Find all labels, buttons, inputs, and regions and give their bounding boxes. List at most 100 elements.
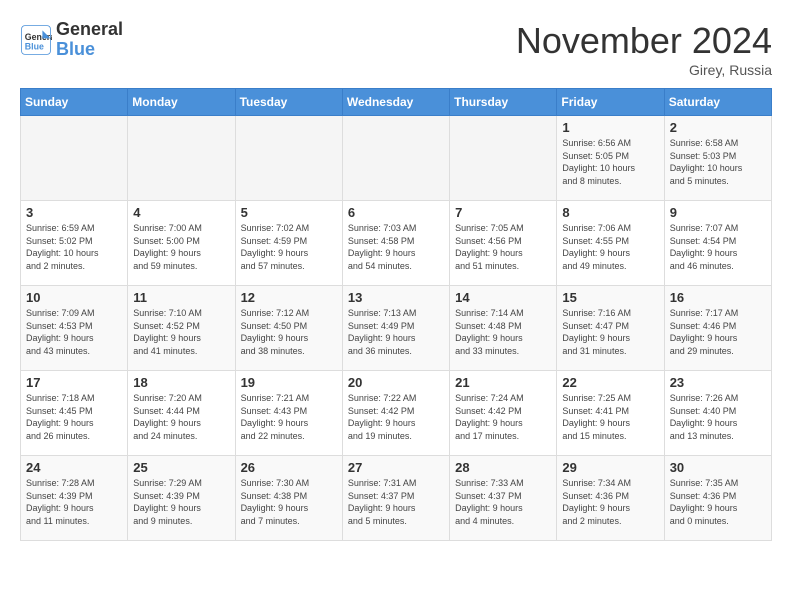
day-number: 22	[562, 375, 658, 390]
day-number: 20	[348, 375, 444, 390]
day-info: Sunrise: 7:09 AM Sunset: 4:53 PM Dayligh…	[26, 307, 122, 357]
day-info: Sunrise: 7:13 AM Sunset: 4:49 PM Dayligh…	[348, 307, 444, 357]
day-number: 26	[241, 460, 337, 475]
day-info: Sunrise: 7:06 AM Sunset: 4:55 PM Dayligh…	[562, 222, 658, 272]
day-info: Sunrise: 7:30 AM Sunset: 4:38 PM Dayligh…	[241, 477, 337, 527]
calendar-cell: 30 Sunrise: 7:35 AM Sunset: 4:36 PM Dayli…	[664, 456, 771, 541]
day-number: 15	[562, 290, 658, 305]
day-number: 10	[26, 290, 122, 305]
weekday-header-sunday: Sunday	[21, 89, 128, 116]
day-number: 29	[562, 460, 658, 475]
calendar-cell	[128, 116, 235, 201]
day-info: Sunrise: 7:17 AM Sunset: 4:46 PM Dayligh…	[670, 307, 766, 357]
calendar-cell: 24Sunrise: 7:28 AM Sunset: 4:39 PM Dayli…	[21, 456, 128, 541]
day-info: Sunrise: 7:20 AM Sunset: 4:44 PM Dayligh…	[133, 392, 229, 442]
calendar-cell: 29 Sunrise: 7:34 AM Sunset: 4:36 PM Dayli…	[557, 456, 664, 541]
weekday-header-row: SundayMondayTuesdayWednesdayThursdayFrid…	[21, 89, 772, 116]
day-number: 6	[348, 205, 444, 220]
day-info: Sunrise: 7:02 AM Sunset: 4:59 PM Dayligh…	[241, 222, 337, 272]
day-number: 12	[241, 290, 337, 305]
page-header: General Blue General Blue November 2024 …	[20, 20, 772, 78]
day-info: Sunrise: 7:26 AM Sunset: 4:40 PM Dayligh…	[670, 392, 766, 442]
location: Girey, Russia	[516, 62, 772, 78]
svg-text:Blue: Blue	[25, 41, 44, 51]
week-row-5: 24Sunrise: 7:28 AM Sunset: 4:39 PM Dayli…	[21, 456, 772, 541]
calendar-cell: 25 Sunrise: 7:29 AM Sunset: 4:39 PM Dayli…	[128, 456, 235, 541]
day-number: 9	[670, 205, 766, 220]
day-number: 28	[455, 460, 551, 475]
calendar-cell: 7Sunrise: 7:05 AM Sunset: 4:56 PM Daylig…	[450, 201, 557, 286]
calendar-cell: 15 Sunrise: 7:16 AM Sunset: 4:47 PM Dayli…	[557, 286, 664, 371]
weekday-header-saturday: Saturday	[664, 89, 771, 116]
calendar-cell: 8 Sunrise: 7:06 AM Sunset: 4:55 PM Daylig…	[557, 201, 664, 286]
day-number: 4	[133, 205, 229, 220]
day-number: 3	[26, 205, 122, 220]
calendar-cell: 21 Sunrise: 7:24 AM Sunset: 4:42 PM Dayli…	[450, 371, 557, 456]
day-number: 27	[348, 460, 444, 475]
day-info: Sunrise: 7:07 AM Sunset: 4:54 PM Dayligh…	[670, 222, 766, 272]
calendar-cell: 11 Sunrise: 7:10 AM Sunset: 4:52 PM Dayli…	[128, 286, 235, 371]
day-number: 5	[241, 205, 337, 220]
calendar-cell: 1 Sunrise: 6:56 AM Sunset: 5:05 PM Daylig…	[557, 116, 664, 201]
day-number: 8	[562, 205, 658, 220]
day-info: Sunrise: 7:35 AM Sunset: 4:36 PM Dayligh…	[670, 477, 766, 527]
calendar-cell: 22 Sunrise: 7:25 AM Sunset: 4:41 PM Dayli…	[557, 371, 664, 456]
day-number: 21	[455, 375, 551, 390]
weekday-header-thursday: Thursday	[450, 89, 557, 116]
calendar-cell: 10 Sunrise: 7:09 AM Sunset: 4:53 PM Dayli…	[21, 286, 128, 371]
day-info: Sunrise: 6:58 AM Sunset: 5:03 PM Dayligh…	[670, 137, 766, 187]
calendar-cell: 17 Sunrise: 7:18 AM Sunset: 4:45 PM Dayli…	[21, 371, 128, 456]
day-number: 11	[133, 290, 229, 305]
weekday-header-wednesday: Wednesday	[342, 89, 449, 116]
day-info: Sunrise: 7:24 AM Sunset: 4:42 PM Dayligh…	[455, 392, 551, 442]
day-number: 18	[133, 375, 229, 390]
calendar-cell: 16 Sunrise: 7:17 AM Sunset: 4:46 PM Dayli…	[664, 286, 771, 371]
calendar-cell	[450, 116, 557, 201]
weekday-header-monday: Monday	[128, 89, 235, 116]
day-info: Sunrise: 7:29 AM Sunset: 4:39 PM Dayligh…	[133, 477, 229, 527]
day-number: 2	[670, 120, 766, 135]
day-info: Sunrise: 7:25 AM Sunset: 4:41 PM Dayligh…	[562, 392, 658, 442]
week-row-1: 1 Sunrise: 6:56 AM Sunset: 5:05 PM Daylig…	[21, 116, 772, 201]
day-number: 25	[133, 460, 229, 475]
calendar-cell: 18 Sunrise: 7:20 AM Sunset: 4:44 PM Dayli…	[128, 371, 235, 456]
calendar-cell: 27Sunrise: 7:31 AM Sunset: 4:37 PM Dayli…	[342, 456, 449, 541]
week-row-3: 10 Sunrise: 7:09 AM Sunset: 4:53 PM Dayli…	[21, 286, 772, 371]
week-row-4: 17 Sunrise: 7:18 AM Sunset: 4:45 PM Dayli…	[21, 371, 772, 456]
calendar-cell: 20 Sunrise: 7:22 AM Sunset: 4:42 PM Dayli…	[342, 371, 449, 456]
day-number: 17	[26, 375, 122, 390]
day-info: Sunrise: 6:56 AM Sunset: 5:05 PM Dayligh…	[562, 137, 658, 187]
day-info: Sunrise: 7:18 AM Sunset: 4:45 PM Dayligh…	[26, 392, 122, 442]
day-info: Sunrise: 7:34 AM Sunset: 4:36 PM Dayligh…	[562, 477, 658, 527]
day-number: 16	[670, 290, 766, 305]
day-info: Sunrise: 7:03 AM Sunset: 4:58 PM Dayligh…	[348, 222, 444, 272]
day-info: Sunrise: 7:14 AM Sunset: 4:48 PM Dayligh…	[455, 307, 551, 357]
day-info: Sunrise: 7:00 AM Sunset: 5:00 PM Dayligh…	[133, 222, 229, 272]
calendar-cell: 3Sunrise: 6:59 AM Sunset: 5:02 PM Daylig…	[21, 201, 128, 286]
day-info: Sunrise: 7:22 AM Sunset: 4:42 PM Dayligh…	[348, 392, 444, 442]
day-number: 1	[562, 120, 658, 135]
day-info: Sunrise: 7:21 AM Sunset: 4:43 PM Dayligh…	[241, 392, 337, 442]
day-number: 23	[670, 375, 766, 390]
week-row-2: 3Sunrise: 6:59 AM Sunset: 5:02 PM Daylig…	[21, 201, 772, 286]
weekday-header-tuesday: Tuesday	[235, 89, 342, 116]
logo-icon: General Blue	[20, 24, 52, 56]
calendar-cell: 26 Sunrise: 7:30 AM Sunset: 4:38 PM Dayli…	[235, 456, 342, 541]
title-block: November 2024 Girey, Russia	[516, 20, 772, 78]
calendar-cell: 2 Sunrise: 6:58 AM Sunset: 5:03 PM Daylig…	[664, 116, 771, 201]
calendar-cell: 13Sunrise: 7:13 AM Sunset: 4:49 PM Dayli…	[342, 286, 449, 371]
day-number: 19	[241, 375, 337, 390]
day-info: Sunrise: 7:10 AM Sunset: 4:52 PM Dayligh…	[133, 307, 229, 357]
day-info: Sunrise: 7:12 AM Sunset: 4:50 PM Dayligh…	[241, 307, 337, 357]
calendar-cell: 19 Sunrise: 7:21 AM Sunset: 4:43 PM Dayli…	[235, 371, 342, 456]
day-number: 30	[670, 460, 766, 475]
day-number: 14	[455, 290, 551, 305]
day-info: Sunrise: 7:28 AM Sunset: 4:39 PM Dayligh…	[26, 477, 122, 527]
calendar-table: SundayMondayTuesdayWednesdayThursdayFrid…	[20, 88, 772, 541]
calendar-cell: 12 Sunrise: 7:12 AM Sunset: 4:50 PM Dayli…	[235, 286, 342, 371]
calendar-cell	[342, 116, 449, 201]
calendar-cell	[21, 116, 128, 201]
day-info: Sunrise: 7:16 AM Sunset: 4:47 PM Dayligh…	[562, 307, 658, 357]
calendar-cell: 23 Sunrise: 7:26 AM Sunset: 4:40 PM Dayli…	[664, 371, 771, 456]
calendar-cell: 9 Sunrise: 7:07 AM Sunset: 4:54 PM Daylig…	[664, 201, 771, 286]
